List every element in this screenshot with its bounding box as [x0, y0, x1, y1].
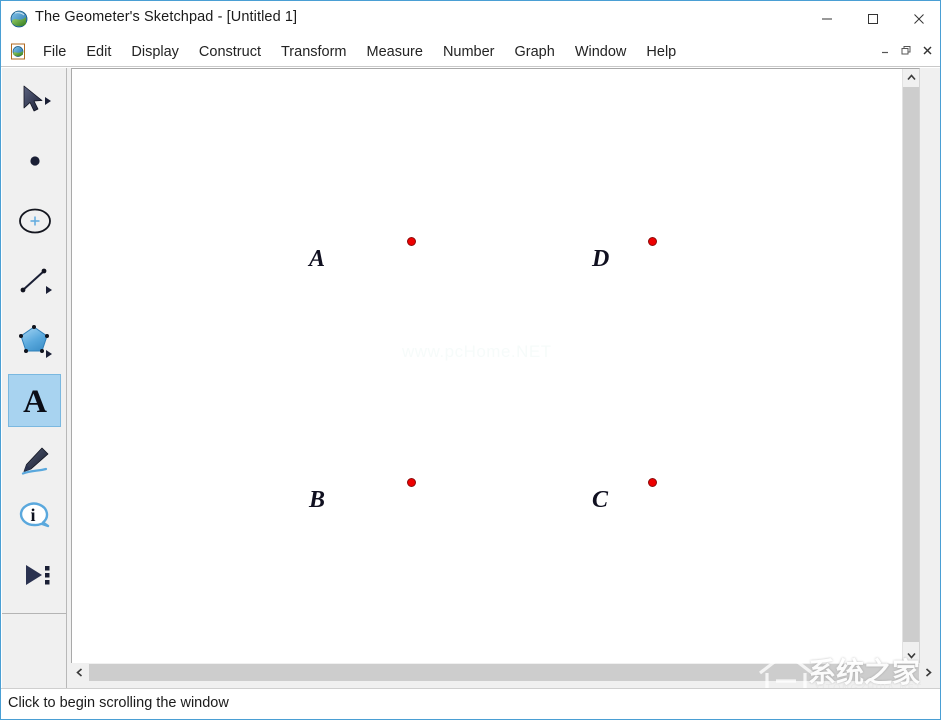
- scroll-up-button[interactable]: [903, 69, 919, 86]
- geometry-point-b[interactable]: [407, 478, 416, 487]
- horizontal-scrollbar[interactable]: [71, 664, 937, 681]
- sketchpad-window: The Geometer's Sketchpad - [Untitled 1]: [0, 0, 941, 720]
- close-button[interactable]: [896, 1, 941, 36]
- status-bar: Click to begin scrolling the window: [1, 688, 940, 719]
- geometry-point-d[interactable]: [648, 237, 657, 246]
- sketchpad-globe-icon: [10, 10, 28, 28]
- point-tool[interactable]: [8, 134, 61, 187]
- canvas-watermark: www.pcHome.NET: [402, 342, 552, 362]
- menu-item-measure[interactable]: Measure: [357, 41, 433, 63]
- menu-item-graph[interactable]: Graph: [505, 41, 565, 63]
- maximize-button[interactable]: [850, 1, 896, 36]
- chevron-down-icon: [907, 652, 916, 659]
- flyout-arrow-icon: [46, 286, 52, 294]
- tool-palette: A i: [2, 68, 67, 689]
- menu-item-file[interactable]: File: [33, 41, 76, 63]
- menu-item-display[interactable]: Display: [121, 41, 189, 63]
- window-title: The Geometer's Sketchpad - [Untitled 1]: [35, 9, 297, 25]
- svg-text:A: A: [23, 384, 47, 420]
- scroll-down-button[interactable]: [903, 647, 919, 663]
- mdi-close-button[interactable]: [917, 40, 938, 60]
- flyout-arrow-icon: [46, 350, 52, 358]
- vertical-scrollbar[interactable]: [902, 69, 919, 663]
- menu-bar: File Edit Display Construct Transform Me…: [1, 37, 941, 67]
- title-bar: The Geometer's Sketchpad - [Untitled 1]: [1, 1, 941, 37]
- chevron-left-icon: [76, 668, 83, 677]
- straightedge-tool[interactable]: [8, 254, 61, 307]
- menu-item-construct[interactable]: Construct: [189, 41, 271, 63]
- marker-tool[interactable]: [8, 434, 61, 487]
- menu-item-help[interactable]: Help: [636, 41, 686, 63]
- vertical-scroll-thumb[interactable]: [903, 87, 919, 642]
- mdi-minimize-button[interactable]: [875, 40, 896, 60]
- geometry-label-a[interactable]: A: [309, 247, 325, 271]
- menu-item-transform[interactable]: Transform: [271, 41, 357, 63]
- horizontal-scroll-thumb[interactable]: [89, 664, 919, 681]
- flyout-arrow-icon: [45, 97, 51, 105]
- chevron-right-icon: [925, 668, 932, 677]
- chevron-up-icon: [907, 74, 916, 81]
- custom-tool[interactable]: [8, 548, 61, 601]
- svg-text:i: i: [30, 505, 35, 525]
- geometry-point-c[interactable]: [648, 478, 657, 487]
- text-tool[interactable]: A: [8, 374, 61, 427]
- polygon-tool[interactable]: [8, 314, 61, 367]
- sketch-area: www.pcHome.NET A D B C: [67, 68, 941, 689]
- status-message: Click to begin scrolling the window: [8, 695, 229, 711]
- menu-item-number[interactable]: Number: [433, 41, 505, 63]
- minimize-button[interactable]: [804, 1, 850, 36]
- arrow-select-tool[interactable]: [8, 74, 61, 127]
- geometry-point-a[interactable]: [407, 237, 416, 246]
- scroll-left-button[interactable]: [71, 664, 88, 681]
- sketchpad-document-icon[interactable]: [10, 43, 27, 60]
- menu-item-edit[interactable]: Edit: [76, 41, 121, 63]
- sketch-canvas[interactable]: www.pcHome.NET A D B C: [71, 68, 920, 663]
- toolbar-divider: [2, 613, 66, 614]
- mdi-window-controls: [875, 40, 938, 60]
- geometry-label-b[interactable]: B: [309, 488, 325, 512]
- geometry-label-c[interactable]: C: [592, 488, 608, 512]
- information-tool[interactable]: i: [8, 488, 61, 541]
- menu-item-window[interactable]: Window: [565, 41, 637, 63]
- geometry-label-d[interactable]: D: [592, 247, 609, 271]
- window-controls: [804, 1, 941, 37]
- compass-tool[interactable]: [8, 194, 61, 247]
- menu-item-list: File Edit Display Construct Transform Me…: [33, 37, 686, 67]
- scroll-right-button[interactable]: [920, 664, 937, 681]
- mdi-restore-button[interactable]: [896, 40, 917, 60]
